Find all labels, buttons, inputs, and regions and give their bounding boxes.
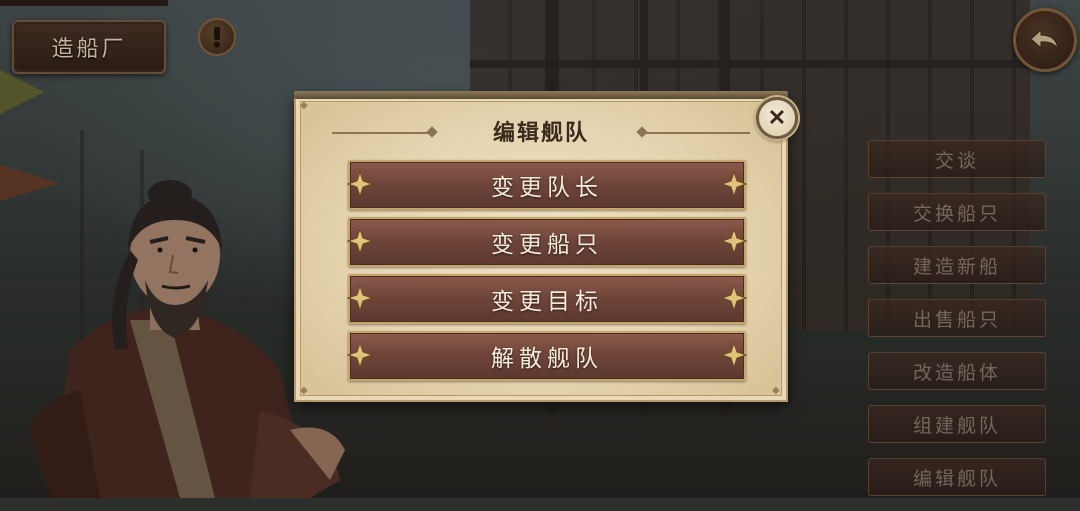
corner-ornament: ◆ bbox=[300, 385, 308, 396]
corner-ornament: ◆ bbox=[300, 100, 308, 111]
edit-fleet-dialog: ◆ ◆ ◆ ◆ 编辑舰队 变更队长 变更船只 变更目标 解散舰队 bbox=[294, 91, 788, 402]
spike-ornament-icon bbox=[720, 227, 748, 255]
change-ship-button[interactable]: 变更船只 bbox=[346, 217, 748, 267]
dialog-title: 编辑舰队 bbox=[492, 120, 589, 146]
option-label: 变更目标 bbox=[491, 289, 603, 315]
disband-fleet-button[interactable]: 解散舰队 bbox=[346, 331, 748, 381]
option-label: 变更船只 bbox=[491, 232, 603, 258]
dialog-top-bar bbox=[294, 91, 788, 99]
spike-ornament-icon bbox=[720, 284, 748, 312]
spike-ornament-icon bbox=[720, 341, 748, 369]
spike-ornament-icon bbox=[346, 227, 374, 255]
option-label: 解散舰队 bbox=[491, 346, 603, 372]
change-target-button[interactable]: 变更目标 bbox=[346, 274, 748, 324]
corner-ornament: ◆ bbox=[772, 385, 780, 396]
dialog-close-button[interactable]: ✕ bbox=[756, 97, 798, 139]
spike-ornament-icon bbox=[346, 341, 374, 369]
spike-ornament-icon bbox=[346, 284, 374, 312]
spike-ornament-icon bbox=[720, 170, 748, 198]
spike-ornament-icon bbox=[346, 170, 374, 198]
change-captain-button[interactable]: 变更队长 bbox=[346, 160, 748, 210]
close-icon: ✕ bbox=[767, 105, 787, 131]
option-label: 变更队长 bbox=[491, 175, 603, 201]
